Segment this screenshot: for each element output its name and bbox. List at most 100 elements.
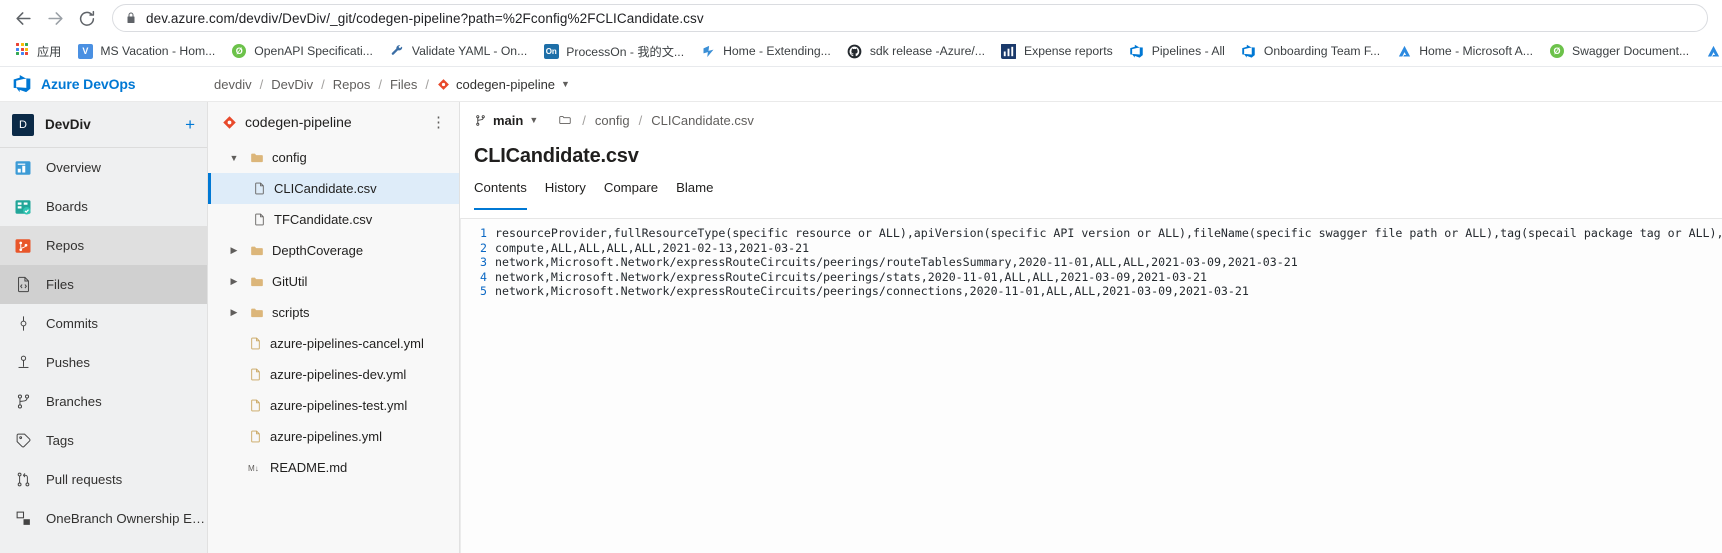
- bookmark-onboarding-team[interactable]: Onboarding Team F...: [1233, 40, 1388, 62]
- sidebar-item-overview[interactable]: Overview: [0, 148, 207, 187]
- file-tree-row-azure-pipelines-dev-yml[interactable]: azure-pipelines-dev.yml: [208, 359, 459, 390]
- bookmark-ms-vacation[interactable]: V MS Vacation - Hom...: [69, 40, 223, 62]
- wrench-icon: [389, 43, 405, 59]
- boards-icon: [13, 197, 33, 217]
- bookmark-swagger-document[interactable]: Ø Swagger Document...: [1541, 40, 1697, 62]
- breadcrumb-item-project[interactable]: DevDiv: [271, 77, 313, 92]
- chevron-right-icon[interactable]: ▶: [226, 307, 242, 318]
- azure-devops-icon: [1129, 43, 1145, 59]
- bookmark-overflow[interactable]: [1697, 40, 1722, 62]
- sidebar-item-files[interactable]: Files: [0, 265, 207, 304]
- chevron-down-icon[interactable]: ▼: [226, 153, 242, 163]
- bookmark-label: Pipelines - All: [1151, 44, 1225, 58]
- file-tree-row-readme-md[interactable]: M↓ README.md: [208, 452, 459, 483]
- breadcrumb: devdiv / DevDiv / Repos / Files / codege…: [208, 77, 570, 92]
- branch-selector[interactable]: main ▼: [474, 113, 538, 128]
- expense-chart-icon: [1001, 43, 1017, 59]
- chevron-down-icon[interactable]: ▼: [529, 115, 538, 125]
- sidebar-item-label: Tags: [46, 433, 74, 448]
- bookmark-apps[interactable]: 应用: [6, 39, 69, 63]
- sidebar-item-tags[interactable]: Tags: [0, 421, 207, 460]
- file-tree-row-azure-pipelines-cancel-yml[interactable]: azure-pipelines-cancel.yml: [208, 328, 459, 359]
- code-viewer[interactable]: 1 resourceProvider,fullResourceType(spec…: [460, 218, 1722, 553]
- file-icon: [251, 181, 267, 196]
- branches-icon: [13, 392, 33, 412]
- path-part-file[interactable]: CLICandidate.csv: [651, 113, 754, 128]
- azure-devops-icon: [1242, 44, 1256, 58]
- file-icon: [254, 182, 264, 195]
- path-part-config[interactable]: config: [595, 113, 630, 128]
- project-name: DevDiv: [45, 117, 91, 132]
- file-tree-row-config[interactable]: ▼ config: [208, 142, 459, 173]
- bookmark-expense-reports[interactable]: Expense reports: [993, 40, 1121, 62]
- address-bar[interactable]: dev.azure.com/devdiv/DevDiv/_git/codegen…: [112, 4, 1708, 32]
- bookmark-openapi-spec[interactable]: Ø OpenAPI Specificati...: [223, 40, 381, 62]
- yaml-file-icon: [250, 368, 260, 381]
- page-title: CLICandidate.csv: [474, 145, 639, 167]
- markdown-file-icon: M↓: [247, 462, 263, 474]
- project-row[interactable]: D DevDiv +: [0, 102, 207, 148]
- folder-icon: [249, 306, 265, 320]
- file-tree-row-label: README.md: [270, 460, 348, 475]
- chevron-right-icon[interactable]: ▶: [226, 245, 242, 256]
- sidebar-item-repos[interactable]: Repos: [0, 226, 207, 265]
- tab-compare[interactable]: Compare: [595, 180, 667, 210]
- file-tree-row-depthcoverage[interactable]: ▶ DepthCoverage: [208, 235, 459, 266]
- sidebar-item-onebranch-ownership-enforcer[interactable]: OneBranch Ownership Enforcer: [0, 499, 207, 538]
- file-icon: [254, 213, 264, 226]
- back-arrow-icon: [15, 11, 31, 25]
- folder-icon[interactable]: [557, 113, 573, 127]
- file-tree-row-gitutil[interactable]: ▶ GitUtil: [208, 266, 459, 297]
- sidebar-item-boards[interactable]: Boards: [0, 187, 207, 226]
- file-tree-row-tfcandidate-csv[interactable]: TFCandidate.csv: [208, 204, 459, 235]
- bookmark-label: Expense reports: [1023, 44, 1113, 58]
- sidebar-item-commits[interactable]: Commits: [0, 304, 207, 343]
- breadcrumb-item-repos[interactable]: Repos: [333, 77, 371, 92]
- bookmark-home-extending[interactable]: Home - Extending...: [692, 40, 839, 62]
- breadcrumb-item-organization[interactable]: devdiv: [214, 77, 252, 92]
- file-tree-row-azure-pipelines-yml[interactable]: azure-pipelines.yml: [208, 421, 459, 452]
- file-tree-row-clicandidate-csv[interactable]: CLICandidate.csv: [208, 173, 459, 204]
- chevron-right-icon[interactable]: ▶: [226, 276, 242, 287]
- sidebar-item-label: Pushes: [46, 355, 90, 370]
- bookmark-label: Onboarding Team F...: [1263, 44, 1381, 58]
- back-button[interactable]: [8, 3, 38, 33]
- file-tree-row-label: azure-pipelines-dev.yml: [270, 367, 407, 382]
- tab-blame[interactable]: Blame: [667, 180, 722, 210]
- path-separator: /: [582, 112, 586, 128]
- sidebar-item-pushes[interactable]: Pushes: [0, 343, 207, 382]
- reload-button[interactable]: [72, 3, 102, 33]
- pull-requests-icon: [17, 472, 29, 487]
- code-line: 3 network,Microsoft.Network/expressRoute…: [461, 255, 1722, 270]
- bookmark-validate-yaml[interactable]: Validate YAML - On...: [381, 40, 535, 62]
- repo-selector[interactable]: codegen-pipeline ▼: [437, 77, 570, 92]
- lock-icon: [127, 12, 135, 23]
- forward-button[interactable]: [40, 3, 70, 33]
- file-tree-repo-name: codegen-pipeline: [245, 114, 352, 130]
- azure-devops-brand[interactable]: Azure DevOps: [0, 74, 208, 94]
- more-vertical-icon[interactable]: ⋮: [431, 115, 447, 130]
- line-number: 4: [480, 269, 487, 284]
- tab-contents[interactable]: Contents: [474, 180, 536, 210]
- plus-icon[interactable]: +: [185, 116, 195, 133]
- file-tree-row-azure-pipelines-test-yml[interactable]: azure-pipelines-test.yml: [208, 390, 459, 421]
- svg-text:M↓: M↓: [248, 464, 259, 473]
- tags-icon: [16, 433, 30, 448]
- git-repo-icon: [438, 78, 449, 90]
- breadcrumb-item-files[interactable]: Files: [390, 77, 417, 92]
- bookmark-processon[interactable]: On ProcessOn - 我的文...: [535, 39, 692, 63]
- branch-icon: [476, 114, 485, 126]
- line-content: compute,ALL,ALL,ALL,ALL,2021-02-13,2021-…: [495, 240, 810, 255]
- bookmark-pipelines-all[interactable]: Pipelines - All: [1121, 40, 1233, 62]
- bookmark-sdk-release[interactable]: sdk release -Azure/...: [839, 40, 993, 62]
- azure-triangle-icon: [1705, 43, 1721, 59]
- sidebar-item-pull-requests[interactable]: Pull requests: [0, 460, 207, 499]
- sidebar-item-label: Commits: [46, 316, 99, 331]
- file-tree-row-scripts[interactable]: ▶ scripts: [208, 297, 459, 328]
- sidebar-item-branches[interactable]: Branches: [0, 382, 207, 421]
- forward-arrow-icon: [47, 11, 63, 25]
- swagger-circle-icon: Ø: [1549, 43, 1565, 59]
- bookmark-home-microsoft-a[interactable]: Home - Microsoft A...: [1388, 40, 1541, 62]
- tab-history[interactable]: History: [536, 180, 595, 210]
- line-number: 2: [480, 240, 487, 255]
